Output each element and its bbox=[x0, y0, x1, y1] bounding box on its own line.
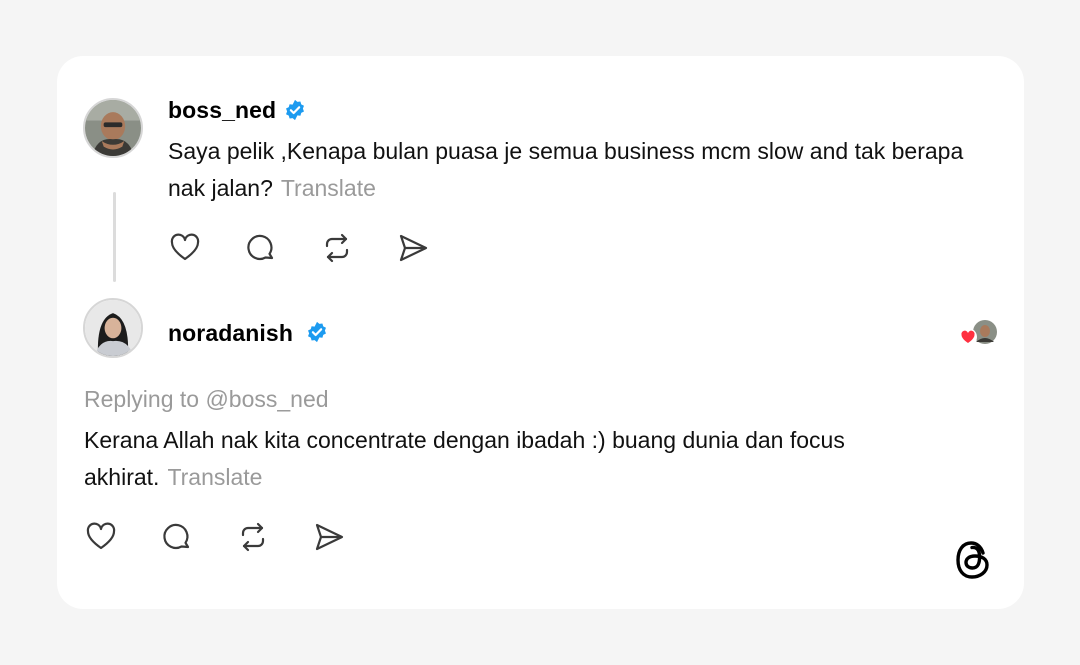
repost-icon bbox=[241, 522, 265, 552]
post-repost-button[interactable] bbox=[320, 231, 354, 265]
reply-like-button[interactable] bbox=[84, 520, 118, 554]
reply-share-button[interactable] bbox=[312, 520, 346, 554]
liked-by-author-indicator[interactable] bbox=[959, 317, 1001, 349]
post-action-bar bbox=[168, 231, 472, 265]
send-icon bbox=[315, 523, 344, 551]
reply-username[interactable]: noradanish bbox=[168, 320, 293, 347]
post-share-button[interactable] bbox=[396, 231, 430, 265]
thread-connector-line bbox=[113, 192, 116, 282]
comment-bubble-icon bbox=[247, 234, 274, 261]
post-username[interactable]: boss_ned bbox=[168, 97, 276, 124]
reply-action-bar bbox=[84, 520, 388, 554]
reply-text-block: Kerana Allah nak kita concentrate dengan… bbox=[84, 422, 974, 496]
comment-bubble-icon bbox=[163, 523, 190, 550]
heart-icon bbox=[170, 233, 200, 261]
post-like-button[interactable] bbox=[168, 231, 202, 265]
verified-badge-icon bbox=[286, 99, 304, 121]
post-text-block: Saya pelik ,Kenapa bulan puasa je semua … bbox=[168, 133, 988, 207]
post-comment-button[interactable] bbox=[244, 231, 278, 265]
reply-comment-button[interactable] bbox=[160, 520, 194, 554]
threads-logo-icon[interactable] bbox=[954, 538, 994, 582]
boss-ned-avatar[interactable] bbox=[83, 98, 143, 158]
heart-icon bbox=[86, 522, 116, 550]
send-icon bbox=[399, 234, 428, 262]
noradanish-avatar[interactable] bbox=[83, 298, 143, 358]
threads-card: boss_ned Saya pelik ,Kenapa bulan puasa … bbox=[57, 56, 1024, 609]
replying-to-label: Replying to @boss_ned bbox=[84, 386, 329, 412]
verified-badge-icon bbox=[308, 321, 326, 343]
repost-icon bbox=[325, 233, 349, 263]
reply-translate-link[interactable]: Translate bbox=[167, 464, 262, 490]
post-translate-link[interactable]: Translate bbox=[281, 175, 376, 201]
reply-repost-button[interactable] bbox=[236, 520, 270, 554]
